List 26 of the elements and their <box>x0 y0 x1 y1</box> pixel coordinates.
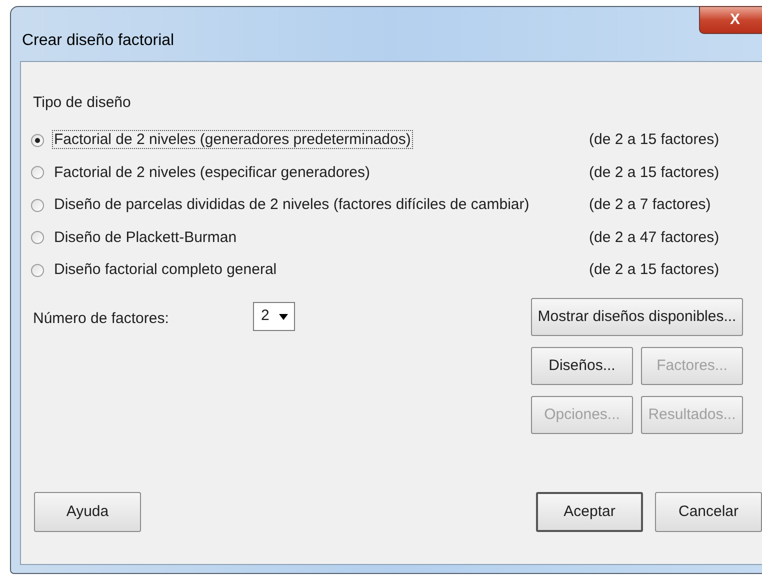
radio-button[interactable] <box>31 134 44 147</box>
window-title: Crear diseño factorial <box>22 31 174 51</box>
option-label[interactable]: Diseño de Plackett-Burman <box>53 226 589 249</box>
dropdown-arrow-icon <box>279 314 288 320</box>
option-label[interactable]: Factorial de 2 niveles (generadores predeterminados) <box>53 129 589 152</box>
radio-button[interactable] <box>31 264 44 277</box>
dialog-button[interactable]: Aceptar <box>536 492 643 532</box>
radio-button[interactable] <box>31 166 44 180</box>
factors-dropdown[interactable]: 2 <box>253 302 295 331</box>
group-label: Tipo de diseño <box>33 93 131 113</box>
dialog-button[interactable]: Ayuda <box>34 492 141 532</box>
close-button[interactable]: X <box>699 6 762 34</box>
factor-range: (de 2 a 47 factores) <box>589 228 720 248</box>
radio-button[interactable] <box>31 198 44 212</box>
factors-label: Número de factores: <box>33 309 169 329</box>
option-label[interactable]: Diseño factorial completo general <box>53 259 589 282</box>
factor-range: (de 2 a 15 factores) <box>589 162 720 182</box>
factor-range: (de 2 a 15 factores) <box>589 260 720 280</box>
dialog-button[interactable]: Diseños... <box>531 347 633 385</box>
dialog-button[interactable]: Mostrar diseños disponibles... <box>531 298 743 336</box>
radio-button[interactable] <box>31 231 44 244</box>
option-label[interactable]: Diseño de parcelas divididas de 2 niveles (factores difíciles de cambiar) <box>53 194 589 216</box>
factor-range: (de 2 a 7 factores) <box>589 195 711 215</box>
option-label[interactable]: Factorial de 2 niveles (especificar generadores) <box>53 162 589 184</box>
dialog-button[interactable]: Cancelar <box>655 492 762 532</box>
factor-range: (de 2 a 15 factores) <box>589 130 720 150</box>
